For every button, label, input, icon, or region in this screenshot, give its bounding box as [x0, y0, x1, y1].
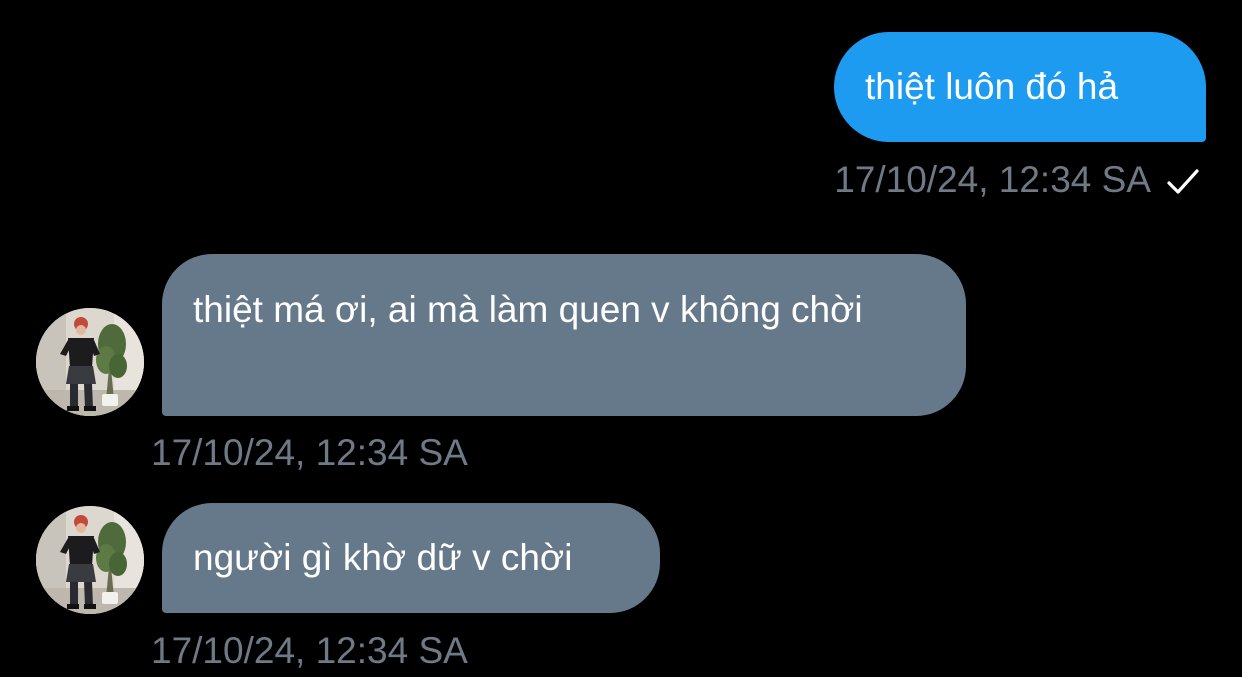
- avatar[interactable]: [36, 506, 144, 614]
- message-text: người gì khờ dữ v chời: [193, 537, 573, 578]
- message-text: thiệt má ơi, ai mà làm quen v không chời: [193, 289, 863, 330]
- message-timestamp: 17/10/24, 12:34 SA: [151, 432, 468, 473]
- incoming-message-bubble[interactable]: người gì khờ dữ v chời: [162, 503, 660, 613]
- message-timestamp: 17/10/24, 12:34 SA: [151, 630, 468, 671]
- checkmark-icon: [1167, 169, 1199, 194]
- message-text: thiệt luôn đó hả: [865, 66, 1119, 107]
- message-timestamp: 17/10/24, 12:34 SA: [834, 159, 1151, 200]
- outgoing-message-bubble[interactable]: thiệt luôn đó hả: [834, 32, 1206, 142]
- avatar[interactable]: [36, 308, 144, 416]
- incoming-message-bubble[interactable]: thiệt má ơi, ai mà làm quen v không chời: [162, 254, 966, 416]
